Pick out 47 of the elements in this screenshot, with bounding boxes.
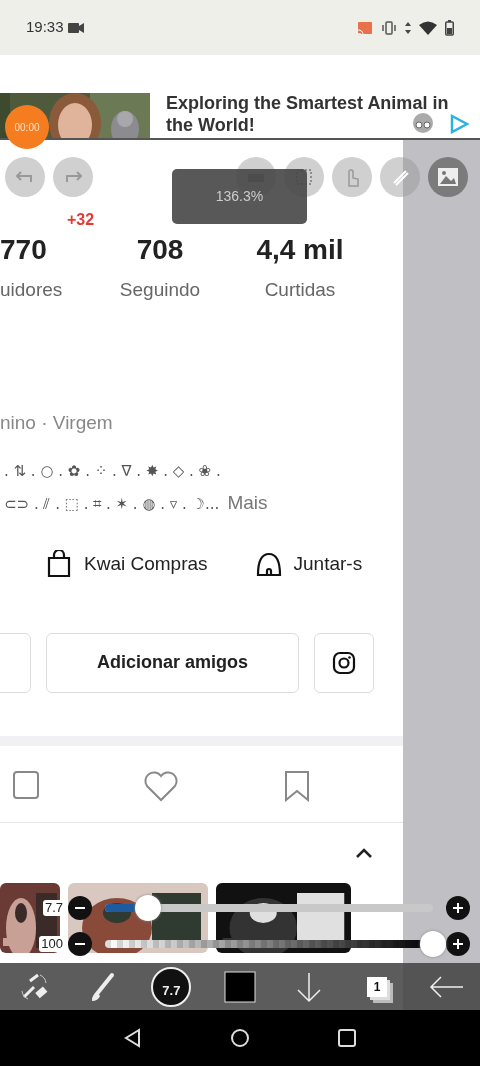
new-count: +32 (67, 210, 95, 230)
ad-headline[interactable]: Exploring the Smartest Animal in the World! (166, 93, 478, 138)
undo-button[interactable] (5, 157, 45, 197)
collapse-icon[interactable] (355, 846, 373, 859)
zoom-tooltip: 136.3% (172, 169, 307, 224)
redo-icon (63, 170, 83, 184)
shortcut-link[interactable]: Juntar-s (255, 550, 363, 579)
bookmark-icon[interactable] (283, 769, 312, 802)
more-link[interactable]: Mais (227, 492, 268, 513)
opacity-reading: 100 (39, 936, 65, 952)
stat-value: 4,4 mil (256, 236, 344, 264)
video-camera-icon (67, 21, 84, 34)
stat-label: Seguindo (119, 278, 201, 302)
instagram-button[interactable] (314, 632, 374, 693)
recents-icon[interactable] (336, 1028, 357, 1048)
stat-value: 770 (0, 236, 47, 264)
color-swatch-icon (223, 970, 256, 1003)
camera-icon (332, 650, 356, 675)
stat-value: 708 (136, 236, 184, 264)
redo-button[interactable] (53, 157, 93, 197)
minus-button[interactable] (68, 932, 92, 956)
brush-size-button[interactable]: 7.7 (151, 966, 192, 1007)
profile-info: nino · Virgem (0, 410, 114, 435)
data-arrows-icon (405, 21, 411, 34)
bio-text: . ⇅ . ○ . ✿ . ⁘ . ∇ . ✸ . ◇ . ❀ . (4, 462, 221, 480)
grid-icon[interactable] (11, 769, 40, 800)
bio-text: ⊂⊃ . ⫽ . ⬚ . ⌗ . ✶ . ◍ . ▿ . ☽... (4, 495, 220, 513)
shortcut-link[interactable]: Kwai Compras (46, 550, 208, 579)
stat-label: uidores (0, 278, 63, 302)
dome-icon (255, 550, 282, 579)
shopping-bag-icon (46, 550, 72, 579)
battery-icon (445, 19, 454, 36)
avatar-icon (412, 111, 434, 134)
plus-icon (452, 902, 464, 914)
status-time: 19:33 (26, 17, 64, 38)
left-arrow-icon (428, 974, 463, 999)
add-friends-button[interactable]: Adicionar amigos (46, 632, 299, 693)
undo-icon (15, 170, 35, 184)
size-reading: 7.7 (42, 900, 65, 916)
plus-icon (452, 938, 464, 950)
home-icon[interactable] (230, 1028, 250, 1048)
cast-icon (357, 20, 373, 35)
wifi-icon (419, 20, 437, 35)
image-icon (437, 167, 459, 187)
heart-icon[interactable] (143, 769, 180, 802)
vibrate-icon (381, 20, 397, 35)
stat-label: Curtidas (264, 278, 336, 302)
